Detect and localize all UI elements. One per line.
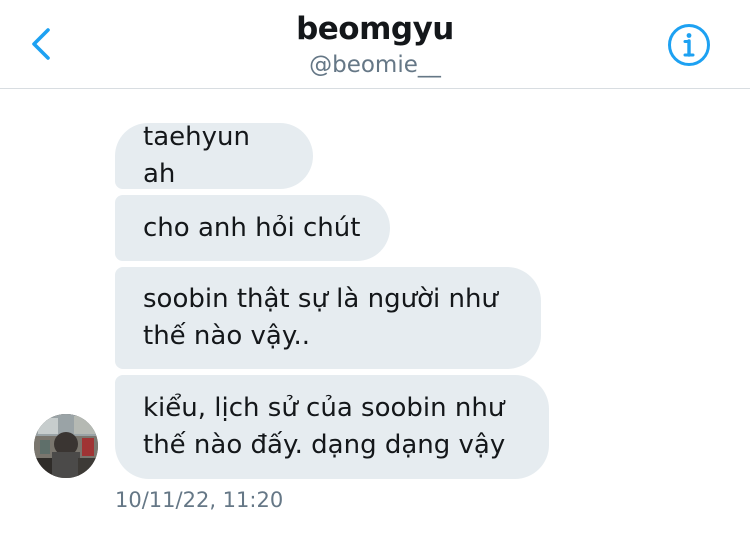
sender-avatar[interactable] — [34, 414, 98, 478]
info-button[interactable] — [666, 22, 712, 68]
message-timestamp: 10/11/22, 11:20 — [115, 488, 284, 512]
contact-name: beomgyu — [296, 11, 454, 47]
message-bubble[interactable]: kiểu, lịch sử của soobin như thế nào đấy… — [115, 375, 549, 479]
contact-handle: @beomie__ — [309, 52, 441, 78]
info-circle-icon — [668, 24, 710, 66]
message-text: taehyun ah — [143, 122, 250, 189]
message-text: cho anh hỏi chút — [143, 212, 361, 243]
conversation-header: beomgyu @beomie__ — [0, 0, 750, 89]
dm-conversation-screen: beomgyu @beomie__ taehyun ah cho anh hỏi… — [0, 0, 750, 533]
message-bubble[interactable]: cho anh hỏi chút — [115, 195, 390, 261]
conversation-title-block[interactable]: beomgyu @beomie__ — [0, 10, 750, 80]
avatar-photo — [34, 414, 98, 478]
message-text: soobin thật sự là người như thế nào vậy.… — [143, 284, 498, 351]
message-text: kiểu, lịch sử của soobin như thế nào đấy… — [143, 393, 506, 460]
message-bubble[interactable]: soobin thật sự là người như thế nào vậy.… — [115, 267, 541, 369]
message-bubble[interactable]: taehyun ah — [115, 122, 313, 189]
